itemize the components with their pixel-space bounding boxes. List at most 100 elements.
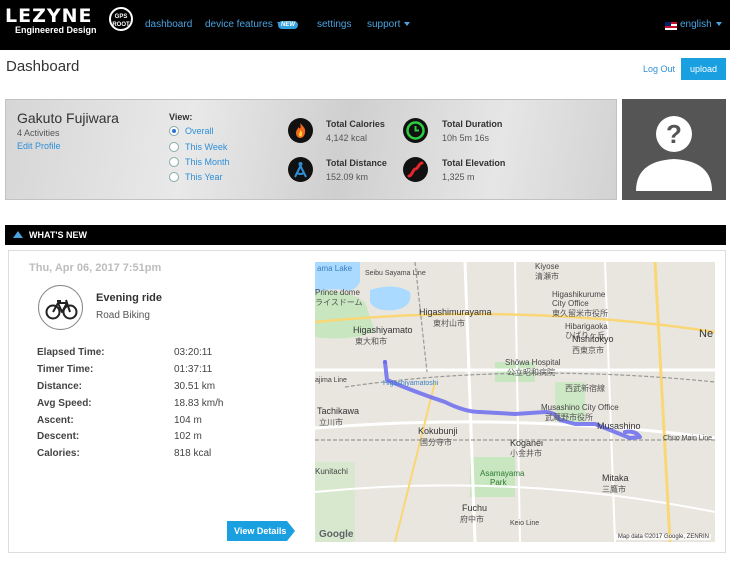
page-title: Dashboard xyxy=(6,58,80,75)
metric-label: Calories: xyxy=(37,448,80,459)
map-label: 武蔵野市役所 xyxy=(545,413,593,422)
map-label: Seibu Sayama Line xyxy=(365,270,426,277)
map-label: Koganei xyxy=(510,438,544,448)
map-label: City Office xyxy=(552,299,589,308)
user-name: Gakuto Fujiwara xyxy=(17,110,119,126)
map-label: 西東京市 xyxy=(572,346,604,355)
view-option-this-month[interactable]: This Month xyxy=(169,157,230,167)
view-option-this-week[interactable]: This Week xyxy=(169,142,227,152)
map-label: Ne xyxy=(699,328,714,340)
nav-device-features[interactable]: device features xyxy=(205,19,283,30)
metric-value: 03:20:11 xyxy=(174,347,213,358)
view-label: View: xyxy=(169,112,193,122)
nav-settings[interactable]: settings xyxy=(317,19,351,30)
metric-label: Elapsed Time: xyxy=(37,347,105,358)
map-label: Mitaka xyxy=(602,473,629,483)
stat-label-elevation: Total Elevation xyxy=(442,158,506,168)
metric-label: Ascent: xyxy=(37,415,74,426)
stat-label-duration: Total Duration xyxy=(442,119,503,129)
view-option-label: Overall xyxy=(185,126,214,136)
map-label: 東久留米市役所 xyxy=(552,309,608,318)
logo-wordmark: LEZYNE xyxy=(5,5,93,27)
chevron-down-icon xyxy=(715,22,722,26)
map-label: 府中市 xyxy=(460,515,484,524)
radio-selected-icon[interactable] xyxy=(169,126,179,136)
map-label: 西武新宿線 xyxy=(565,384,605,393)
map-label: 立川市 xyxy=(319,418,343,427)
logout-link[interactable]: Log Out xyxy=(643,64,675,74)
view-option-overall[interactable]: Overall xyxy=(169,126,214,136)
map-label: Tachikawa xyxy=(317,406,360,416)
map-label: Musashino City Office xyxy=(541,403,619,412)
lezyne-logo[interactable]: LEZYNE Engineered Design GPS ROOT xyxy=(5,3,133,43)
metric-label: Avg Speed: xyxy=(37,398,92,409)
map-base xyxy=(315,262,715,542)
map-label: Chuo Main Line xyxy=(663,435,713,442)
avatar[interactable]: ? xyxy=(622,99,726,200)
metric-label: Timer Time: xyxy=(37,364,94,375)
metric-value: 818 kcal xyxy=(174,448,212,459)
map-label: 清瀬市 xyxy=(535,272,559,281)
map-credit: Map data ©2017 Google, ZENRIN xyxy=(615,534,711,540)
bicycle-icon xyxy=(38,285,83,330)
view-option-label: This Year xyxy=(185,172,223,182)
metric-value: 104 m xyxy=(174,415,202,426)
map-label: Higashimurayama xyxy=(419,307,492,317)
map-label: 国分寺市 xyxy=(420,438,452,447)
new-badge: NEW xyxy=(278,21,298,29)
map-label: 公立昭和病院 xyxy=(507,368,555,377)
map-label: Higashiyamato xyxy=(353,325,413,335)
top-nav: LEZYNE Engineered Design GPS ROOT dashbo… xyxy=(0,0,730,50)
map-label: Shōwa Hospital xyxy=(505,358,561,367)
radio-icon[interactable] xyxy=(169,142,179,152)
map-label: 東村山市 xyxy=(433,319,465,328)
metric-value: 01:37:11 xyxy=(174,364,213,375)
view-option-label: This Month xyxy=(185,157,230,167)
logo-tagline: Engineered Design xyxy=(15,25,97,35)
route-map[interactable]: ama Lake Seibu Sayama Line Kiyose 清瀬市 Pr… xyxy=(315,262,715,542)
metric-label: Descent: xyxy=(37,431,80,442)
view-details-button[interactable]: View Details xyxy=(227,521,295,541)
compass-icon xyxy=(288,157,313,182)
stat-value-elevation: 1,325 m xyxy=(442,172,475,182)
elevation-icon xyxy=(403,157,428,182)
language-label: english xyxy=(680,19,712,30)
svg-text:?: ? xyxy=(666,119,682,149)
nav-support-label: support xyxy=(367,19,401,30)
nav-dashboard[interactable]: dashboard xyxy=(145,19,192,30)
activity-name[interactable]: Evening ride xyxy=(96,292,162,304)
map-label: 東大和市 xyxy=(355,337,387,346)
whats-new-bar[interactable]: WHAT'S NEW xyxy=(5,225,726,245)
radio-icon[interactable] xyxy=(169,172,179,182)
view-option-this-year[interactable]: This Year xyxy=(169,172,223,182)
map-label: ajima Line xyxy=(315,377,347,384)
chevron-down-icon xyxy=(404,22,411,26)
map-label: Higashiyamatoshi xyxy=(383,380,439,387)
upload-button[interactable]: upload xyxy=(681,58,726,80)
map-label: 小金井市 xyxy=(510,449,542,458)
stat-value-duration: 10h 5m 16s xyxy=(442,133,490,143)
avatar-placeholder-icon: ? xyxy=(636,116,712,191)
gps-root-badge: GPS ROOT xyxy=(109,7,133,31)
map-label: Kokubunji xyxy=(418,426,458,436)
activity-count: 4 Activities xyxy=(17,128,60,138)
edit-profile-link[interactable]: Edit Profile xyxy=(17,141,61,151)
map-label: Prince dome xyxy=(315,288,360,297)
map-label: 三鷹市 xyxy=(602,485,626,494)
map-label: Keio Line xyxy=(510,520,540,527)
stat-value-distance: 152.09 km xyxy=(326,172,369,182)
map-label: Nishitokyo xyxy=(572,334,614,344)
map-label: Higashikurume xyxy=(552,290,606,299)
radio-icon[interactable] xyxy=(169,157,179,167)
map-label: ama Lake xyxy=(317,264,353,273)
stat-label-calories: Total Calories xyxy=(326,119,385,129)
nav-device-features-label: device features xyxy=(205,19,273,30)
uk-flag-icon xyxy=(665,22,677,30)
view-option-label: This Week xyxy=(185,142,228,152)
metric-label: Distance: xyxy=(37,381,83,392)
nav-support[interactable]: support xyxy=(367,19,411,30)
metric-value: 18.83 km/h xyxy=(174,398,224,409)
language-selector[interactable]: english xyxy=(680,19,722,30)
map-label: Kunitachi xyxy=(315,467,348,476)
map-label: Park xyxy=(490,478,507,487)
